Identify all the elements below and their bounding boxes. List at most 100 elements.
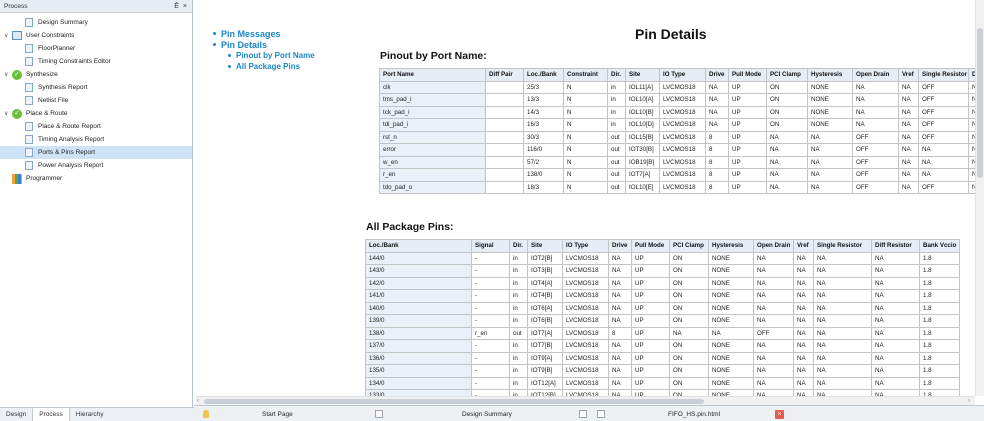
table-cell: in xyxy=(509,351,528,365)
table-cell: 1.8 xyxy=(919,276,960,290)
tree-item[interactable]: Synthesis Report xyxy=(0,81,192,94)
document-icon xyxy=(24,96,34,106)
tree-item[interactable]: Timing Analysis Report xyxy=(0,133,192,146)
table-row: 143/0- in IOT3[B] LVCMOS18 NA UP ON NONE NA NA NA N… xyxy=(365,264,960,278)
table-cell: out xyxy=(607,130,626,144)
tab-process[interactable]: Process xyxy=(32,408,70,421)
table-cell: NONE xyxy=(708,276,754,290)
table-cell: - xyxy=(471,276,510,290)
column-header: Dir. xyxy=(607,68,626,82)
tree-item[interactable]: Power Analysis Report xyxy=(0,159,192,172)
table-cell: ON xyxy=(766,118,808,132)
table-cell: NONE xyxy=(807,105,853,119)
tab-start-page[interactable]: Start Page xyxy=(262,406,293,421)
report-nav-link[interactable]: Pin Messages xyxy=(213,28,315,39)
report-nav-link[interactable]: All Package Pins xyxy=(228,61,315,72)
table-cell: NA xyxy=(813,251,872,265)
table-row: 135/0- in IOT9[B] LVCMOS18 NA UP ON NONE NA NA NA N… xyxy=(365,364,960,378)
tree-item[interactable]: Ports & Pins Report xyxy=(0,146,192,159)
table-cell: NA xyxy=(766,168,808,182)
chevron-down-icon[interactable]: ∨ xyxy=(4,110,8,117)
table-cell: OFF xyxy=(918,118,969,132)
page-icon xyxy=(375,406,387,421)
table-cell: LVCMOS18 xyxy=(562,376,609,390)
table-cell: UP xyxy=(631,326,670,340)
tree-item[interactable]: Timing Constraints Editor xyxy=(0,55,192,68)
table-cell: NA xyxy=(766,130,808,144)
table-cell: NA xyxy=(753,376,794,390)
table-cell: ON xyxy=(766,80,808,94)
table-cell: NA xyxy=(898,180,919,194)
table-cell: UP xyxy=(631,339,670,353)
table-cell: error xyxy=(379,143,486,157)
chevron-down-icon[interactable]: ∨ xyxy=(4,32,8,39)
table-cell: ON xyxy=(669,301,709,315)
column-header: Diff Pair xyxy=(485,68,524,82)
table-cell: 134/0 xyxy=(365,376,472,390)
table-cell: UP xyxy=(728,118,767,132)
tree-item-label: Power Analysis Report xyxy=(38,162,104,169)
table-cell: NA xyxy=(608,339,632,353)
tree-item[interactable]: ∨ User Constraints xyxy=(0,29,192,42)
floorplanner-icon xyxy=(24,44,34,54)
table-cell: NONE xyxy=(708,251,754,265)
table-cell: NA xyxy=(608,376,632,390)
table-row: error 116/0 Nout IOT30[B] LVCMOS18 8 UP NA NA OFF… xyxy=(379,143,984,157)
table-row: 142/0- in IOT4[A] LVCMOS18 NA UP ON NONE NA NA NA N… xyxy=(365,276,960,290)
close-tab-icon[interactable]: × xyxy=(775,406,784,421)
table-cell: LVCMOS18 xyxy=(562,276,609,290)
table-cell: N xyxy=(563,180,608,194)
page-icon xyxy=(597,406,609,421)
horizontal-scroll-thumb[interactable] xyxy=(204,399,704,404)
table-cell: LVCMOS18 xyxy=(659,168,706,182)
tree-item-label: Synthesis Report xyxy=(38,84,88,91)
report-nav-link[interactable]: Pinout by Port Name xyxy=(228,50,315,61)
tree-item[interactable]: ∨ ✓ Place & Route xyxy=(0,107,192,120)
report-nav-label: Pin Messages xyxy=(221,28,281,39)
column-header: Vref xyxy=(793,239,814,253)
column-header: Dir. xyxy=(509,239,528,253)
document-icon xyxy=(24,161,34,171)
bullet-icon xyxy=(213,43,216,46)
table-cell: NA xyxy=(871,301,920,315)
tree-item[interactable]: Place & Route Report xyxy=(0,120,192,133)
table-cell: 16/3 xyxy=(523,118,564,132)
report-nav-link[interactable]: Pin Details xyxy=(213,39,315,50)
column-header: IO Type xyxy=(562,239,609,253)
table-cell: 137/0 xyxy=(365,339,472,353)
vertical-scroll-thumb[interactable] xyxy=(977,28,983,178)
table-cell: NA xyxy=(753,264,794,278)
horizontal-scrollbar[interactable]: ‹ › xyxy=(196,396,975,405)
tree-item[interactable]: ∨ ✓ Synthesize xyxy=(0,68,192,81)
tab-fifo-hs-pin-html[interactable]: FIFO_HS.pin.html xyxy=(668,406,720,421)
vertical-scrollbar[interactable] xyxy=(975,0,984,396)
panel-controls[interactable]: Ē × xyxy=(174,3,188,10)
chevron-down-icon[interactable]: ∨ xyxy=(4,71,8,78)
table-cell: UP xyxy=(631,301,670,315)
column-header: Single Resistor xyxy=(918,68,969,82)
table-row: tdi_pad_i 16/3 Nin IOL10[D] LVCMOS18 NA UP ON NO… xyxy=(379,118,984,132)
tree-item[interactable]: Programmer xyxy=(0,172,192,185)
table-cell: 1.8 xyxy=(919,326,960,340)
tree-item[interactable]: Design Summary xyxy=(0,16,192,29)
tree-item[interactable]: FloorPlanner xyxy=(0,42,192,55)
table-cell: NA xyxy=(871,314,920,328)
table-cell: tck_pad_i xyxy=(379,105,486,119)
table-cell: IOT7[A] xyxy=(625,168,660,182)
tree-item[interactable]: Netlist File xyxy=(0,94,192,107)
table-row: 140/0- in IOT6[A] LVCMOS18 NA UP ON NONE NA NA NA N… xyxy=(365,301,960,315)
table-cell: 30/3 xyxy=(523,130,564,144)
table-cell: 25/3 xyxy=(523,80,564,94)
column-header: Single Resistor xyxy=(813,239,872,253)
tab-hierarchy[interactable]: Hierarchy xyxy=(70,408,110,421)
tab-design-summary[interactable]: Design Summary xyxy=(462,406,512,421)
column-header: Loc./Bank xyxy=(523,68,564,82)
table-cell: NA xyxy=(898,118,919,132)
table-cell: NONE xyxy=(708,264,754,278)
process-tree: Design Summary ∨ User Constraints FloorPlan… xyxy=(0,13,192,185)
table-row: 136/0- in IOT9[A] LVCMOS18 NA UP ON NONE NA NA NA N… xyxy=(365,351,960,365)
table-cell: NA xyxy=(813,276,872,290)
table-cell: NA xyxy=(705,105,729,119)
table-cell: OFF xyxy=(918,180,969,194)
tab-design[interactable]: Design xyxy=(0,408,32,421)
